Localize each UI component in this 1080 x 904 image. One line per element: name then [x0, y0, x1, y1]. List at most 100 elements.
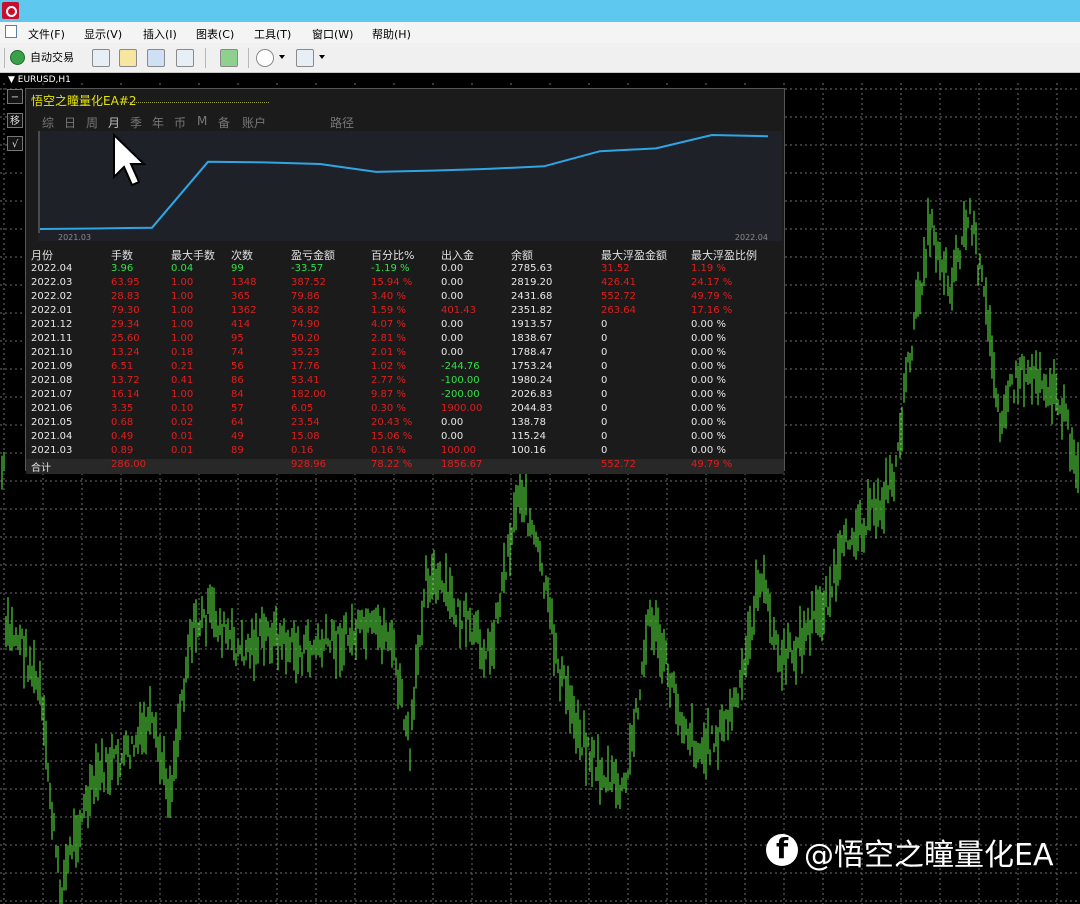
table-row: 2022.03 63.95 1.00 1348 387.52 15.94 % 0.00 281… — [26, 277, 784, 291]
menu-tools[interactable]: 工具(T) — [254, 26, 291, 42]
table-row: 2022.04 3.96 0.04 99 -33.57 -1.19 % 0.00 2785.6… — [26, 263, 784, 277]
table-cell: 17.16 % — [691, 305, 733, 316]
table-row: 2021.03 0.89 0.01 89 0.16 0.16 % 100.00 100.16 0… — [26, 445, 784, 459]
tab-month[interactable]: 月 — [108, 114, 120, 131]
table-cell: -33.57 — [291, 263, 324, 274]
facebook-icon — [766, 832, 798, 866]
tab-year[interactable]: 年 — [152, 114, 164, 131]
menu-charts[interactable]: 图表(C) — [196, 26, 234, 42]
table-cell: 3.35 — [111, 403, 134, 414]
menu-insert[interactable]: 插入(I) — [143, 26, 177, 42]
tile-windows-icon[interactable] — [220, 49, 238, 67]
table-cell: 28.83 — [111, 291, 140, 302]
table-cell: 0.00 % — [691, 375, 726, 386]
total-cell: 49.79 % — [691, 459, 733, 470]
tab-account[interactable]: 账户 — [242, 114, 266, 131]
table-cell: 0.00 — [441, 417, 464, 428]
table-cell: 2044.83 — [511, 403, 553, 414]
table-cell: 1980.24 — [511, 375, 553, 386]
menu-help[interactable]: 帮助(H) — [372, 26, 411, 42]
table-cell: 0.00 % — [691, 389, 726, 400]
table-cell: 0.30 % — [371, 403, 406, 414]
table-row: 2022.02 28.83 1.00 365 79.86 3.40 % 0.00 2431.6… — [26, 291, 784, 305]
table-cell: 84 — [231, 389, 244, 400]
strategy-tester-icon[interactable] — [176, 49, 194, 67]
app-logo-icon[interactable] — [2, 2, 19, 19]
table-cell: 0.00 % — [691, 333, 726, 344]
table-cell: 0.00 — [441, 333, 464, 344]
tab-quarter[interactable]: 季 — [130, 114, 142, 131]
table-row: 2021.06 3.35 0.10 57 6.05 0.30 % 1900.00 2044.8… — [26, 403, 784, 417]
table-cell: 0.00 % — [691, 361, 726, 372]
market-watch-icon[interactable] — [92, 49, 110, 67]
table-cell: 79.30 — [111, 305, 140, 316]
table-cell: 2021.06 — [31, 403, 73, 414]
minimize-panel-button[interactable]: − — [7, 89, 23, 104]
tab-day[interactable]: 日 — [64, 114, 76, 131]
table-cell: 2.81 % — [371, 333, 406, 344]
navigator-icon[interactable] — [147, 49, 165, 67]
period-clock-icon[interactable] — [256, 49, 274, 67]
table-cell: 0 — [601, 417, 608, 428]
table-cell: 25.60 — [111, 333, 140, 344]
table-cell: 95 — [231, 333, 244, 344]
chevron-down-icon[interactable] — [319, 55, 325, 59]
table-cell: 0.41 — [171, 375, 194, 386]
table-cell: 0.16 — [291, 445, 314, 456]
table-cell: 4.07 % — [371, 319, 406, 330]
document-icon[interactable] — [5, 25, 17, 38]
table-cell: 387.52 — [291, 277, 326, 288]
table-row: 2021.11 25.60 1.00 95 50.20 2.81 % 0.00 1838.67… — [26, 333, 784, 347]
table-cell: -1.19 % — [371, 263, 410, 274]
table-cell: 0.00 % — [691, 403, 726, 414]
table-cell: 9.87 % — [371, 389, 406, 400]
total-cell: 286.00 — [111, 459, 146, 470]
table-cell: 0.00 % — [691, 431, 726, 442]
tab-currency[interactable]: 币 — [174, 114, 186, 131]
table-cell: 552.72 — [601, 291, 636, 302]
table-row: 2021.08 13.72 0.41 86 53.41 2.77 % -100.00 1980… — [26, 375, 784, 389]
table-cell: 0 — [601, 333, 608, 344]
table-row: 2022.01 79.30 1.00 1362 36.82 1.59 % 401.43 235… — [26, 305, 784, 319]
tab-magic[interactable]: M — [197, 114, 207, 128]
check-button[interactable]: √ — [7, 136, 23, 151]
tab-backup[interactable]: 备 — [218, 114, 230, 131]
table-cell: 1.00 — [171, 305, 194, 316]
table-cell: 182.00 — [291, 389, 326, 400]
table-cell: 0.00 — [441, 291, 464, 302]
menu-file[interactable]: 文件(F) — [28, 26, 65, 42]
table-cell: 1.02 % — [371, 361, 406, 372]
table-cell: 15.94 % — [371, 277, 413, 288]
table-cell: 49.79 % — [691, 291, 733, 302]
favorites-icon[interactable] — [119, 49, 137, 67]
table-cell: 0.00 — [441, 319, 464, 330]
menu-view[interactable]: 显示(V) — [84, 26, 122, 42]
menu-window[interactable]: 窗口(W) — [312, 26, 353, 42]
table-cell: 1900.00 — [441, 403, 483, 414]
tab-summary[interactable]: 综 — [42, 114, 54, 131]
total-cell: 1856.67 — [441, 459, 483, 470]
table-cell: 86 — [231, 375, 244, 386]
ea-name-underline — [124, 102, 269, 103]
tab-path[interactable]: 路径 — [330, 114, 354, 131]
chevron-down-icon[interactable] — [279, 55, 285, 59]
table-cell: 0 — [601, 361, 608, 372]
table-cell: 0.16 % — [371, 445, 406, 456]
table-cell: 1.00 — [171, 291, 194, 302]
table-cell: 13.24 — [111, 347, 140, 358]
column-header: 出入金 — [441, 249, 474, 262]
templates-icon[interactable] — [296, 49, 314, 67]
tab-week[interactable]: 周 — [86, 114, 98, 131]
table-cell: 16.14 — [111, 389, 140, 400]
autotrade-button[interactable]: 自动交易 — [8, 48, 84, 68]
table-cell: 20.43 % — [371, 417, 413, 428]
table-cell: 1.00 — [171, 319, 194, 330]
table-cell: 2431.68 — [511, 291, 553, 302]
column-header: 最大浮盈比例 — [691, 249, 757, 262]
move-panel-button[interactable]: 移 — [7, 113, 23, 128]
table-cell: 2021.05 — [31, 417, 73, 428]
table-cell: 0 — [601, 389, 608, 400]
table-cell: 100.16 — [511, 445, 546, 456]
table-cell: 263.64 — [601, 305, 636, 316]
table-cell: 6.05 — [291, 403, 314, 414]
